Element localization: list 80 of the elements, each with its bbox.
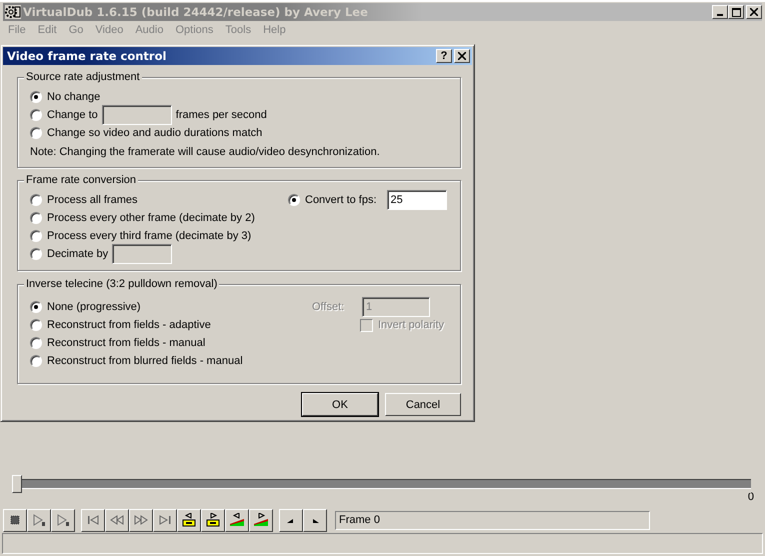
radio-label: Decimate by bbox=[47, 248, 108, 260]
radio-button[interactable] bbox=[30, 355, 42, 367]
scene-previous-icon bbox=[229, 513, 245, 527]
toolbar-button[interactable] bbox=[225, 508, 249, 532]
radio-button[interactable] bbox=[30, 91, 42, 103]
frame-field: Frame 0 bbox=[335, 510, 650, 530]
menu-item[interactable]: Help bbox=[257, 24, 292, 36]
slider-thumb[interactable] bbox=[12, 475, 22, 493]
toolbar-button[interactable] bbox=[3, 508, 27, 532]
play-output-icon bbox=[55, 513, 71, 527]
toolbar-button[interactable] bbox=[153, 508, 177, 532]
skip-end-icon bbox=[157, 513, 173, 527]
radio-label: No change bbox=[47, 91, 100, 103]
radio-label: Reconstruct from fields - manual bbox=[47, 337, 206, 349]
tick-label: 0 bbox=[748, 491, 754, 503]
minimize-button[interactable] bbox=[712, 5, 728, 19]
menu-item[interactable]: Options bbox=[169, 24, 220, 36]
menu-item[interactable]: Tools bbox=[219, 24, 258, 36]
field-label: Offset: bbox=[312, 301, 346, 313]
radio-label: Reconstruct from blurred fields - manual bbox=[47, 355, 243, 367]
checkbox-label: Invert polarity bbox=[378, 319, 444, 331]
group-label: Inverse telecine (3:2 pulldown removal) bbox=[24, 278, 220, 291]
close-icon bbox=[458, 52, 466, 60]
note-text: Note: Changing the framerate will cause audio/video desynchronization. bbox=[30, 146, 381, 158]
radio-label: Change so video and audio durations match bbox=[47, 127, 262, 139]
close-icon bbox=[750, 8, 758, 16]
menu-item[interactable]: Edit bbox=[32, 24, 63, 36]
radio-button[interactable] bbox=[30, 230, 42, 242]
input-field[interactable] bbox=[112, 244, 172, 264]
toolbar-button[interactable] bbox=[201, 508, 225, 532]
skip-start-icon bbox=[85, 513, 101, 527]
radio-label: Process every other frame (decimate by 2) bbox=[47, 212, 255, 224]
toolbar-button[interactable] bbox=[27, 508, 51, 532]
radio-label: Convert to fps: bbox=[305, 194, 377, 206]
dialog-button[interactable]: OK bbox=[302, 393, 378, 416]
fast-forward-icon bbox=[133, 513, 149, 527]
radio-button[interactable] bbox=[30, 301, 42, 313]
key-previous-icon bbox=[181, 513, 197, 527]
radio-label: None (progressive) bbox=[47, 301, 141, 313]
dialog-button[interactable]: Cancel bbox=[385, 393, 461, 416]
toolbar-button[interactable] bbox=[81, 508, 105, 532]
radio-button[interactable] bbox=[30, 212, 42, 224]
menu-item[interactable]: File bbox=[2, 24, 32, 36]
radio-label: Reconstruct from fields - adaptive bbox=[47, 319, 211, 331]
dialog-title: Video frame rate control bbox=[7, 49, 168, 63]
rewind-icon bbox=[109, 513, 125, 527]
menu-item[interactable]: Video bbox=[89, 24, 130, 36]
toolbar-button[interactable] bbox=[51, 508, 75, 532]
play-input-icon bbox=[31, 513, 47, 527]
window-title: VirtualDub 1.6.15 (build 24442/release) by Avery Lee bbox=[23, 5, 368, 19]
group-label: Source rate adjustment bbox=[24, 71, 142, 84]
close-button[interactable] bbox=[746, 5, 762, 19]
close-button[interactable] bbox=[454, 49, 470, 63]
field-label: frames per second bbox=[176, 109, 267, 121]
radio-button[interactable] bbox=[30, 109, 42, 121]
menu-item[interactable]: Audio bbox=[129, 24, 170, 36]
radio-button[interactable] bbox=[288, 194, 300, 206]
maximize-icon bbox=[732, 8, 740, 16]
film-gear-icon bbox=[5, 5, 21, 19]
toolbar-button[interactable] bbox=[279, 508, 303, 532]
radio-label: Process every third frame (decimate by 3) bbox=[47, 230, 252, 242]
radio-button[interactable] bbox=[30, 127, 42, 139]
help-button[interactable]: ? bbox=[436, 49, 452, 63]
toolbar-button[interactable] bbox=[249, 508, 273, 532]
radio-label: Process all frames bbox=[47, 194, 138, 206]
maximize-button[interactable] bbox=[728, 5, 744, 19]
scene-next-icon bbox=[253, 513, 269, 527]
key-next-icon bbox=[205, 513, 221, 527]
radio-button[interactable] bbox=[30, 319, 42, 331]
toolbar-button[interactable] bbox=[105, 508, 129, 532]
radio-button[interactable] bbox=[30, 248, 42, 260]
toolbar-button[interactable] bbox=[303, 508, 327, 532]
radio-label: Change to bbox=[47, 109, 98, 121]
radio-button[interactable] bbox=[30, 194, 42, 206]
radio-button[interactable] bbox=[30, 337, 42, 349]
toolbar-button[interactable] bbox=[129, 508, 153, 532]
input-field[interactable] bbox=[102, 105, 172, 125]
toolbar-button[interactable] bbox=[177, 508, 201, 532]
menu-item[interactable]: Go bbox=[62, 24, 90, 36]
fps-field[interactable]: 25 bbox=[386, 190, 447, 210]
